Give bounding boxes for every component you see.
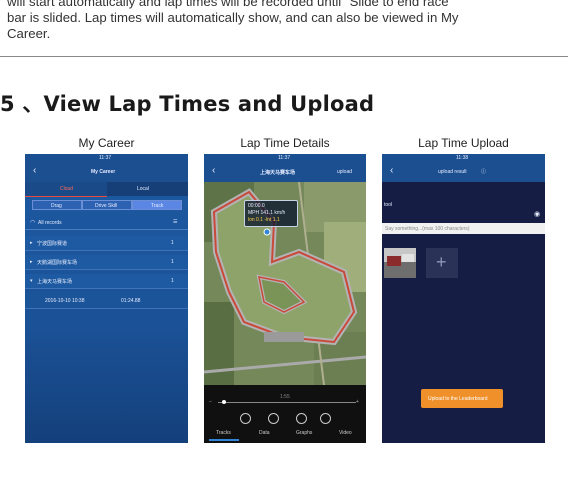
track-name: 上海天马赛车场 [37, 279, 73, 285]
photo-thumbnail[interactable] [384, 248, 416, 278]
photo-graphic [384, 248, 416, 278]
type-tabs: Drag Drive Skill Track [32, 200, 182, 210]
tab-drive-skill[interactable]: Drive Skill [82, 200, 132, 210]
list-item[interactable]: ▸ 宁波国际赛道 1 [25, 236, 188, 251]
tab-track[interactable]: Track [132, 200, 182, 210]
nav-bar: ‹ My Career [25, 162, 188, 182]
add-photo-button[interactable]: + [426, 248, 458, 278]
status-time: 11:37 [278, 155, 291, 161]
page-title: 上海天马赛车场 [260, 170, 296, 176]
nav-bar: ‹ upload result ⓘ [382, 162, 545, 182]
intro-line-3: Career. [7, 26, 51, 41]
status-time: 11:37 [99, 155, 112, 161]
forward-icon[interactable] [296, 413, 307, 424]
upload-leaderboard-button[interactable]: Upload to the Leaderboard [421, 389, 503, 408]
expand-arrow-icon: ▸ [30, 240, 33, 246]
segment-local[interactable]: Local [137, 186, 149, 192]
page-title: My Career [91, 169, 116, 175]
hud-gforce: lon 0.1 -lnt 1.1 [248, 217, 280, 223]
eye-icon[interactable]: ◉ [534, 210, 540, 218]
hud-time: 00:00.0 [248, 203, 265, 209]
record-date: 2016-10-10 10:38 [45, 298, 85, 304]
playback-controls: 1:55 − + Tracks Data Graphs Video [204, 385, 366, 443]
record-row[interactable]: 2016-10-10 10:38 01:24.88 [25, 294, 188, 309]
tab-data[interactable]: Data [259, 430, 270, 436]
count-badge: 1 [171, 240, 174, 246]
collapse-arrow-icon: ▾ [30, 278, 33, 284]
track-name: 宁波国际赛道 [37, 241, 68, 247]
caption-my-career: My Career [78, 136, 135, 150]
divider [25, 229, 188, 230]
status-bar: 11:37 [204, 154, 366, 162]
tab-graphs[interactable]: Graphs [296, 430, 312, 436]
tab-video[interactable]: Video [339, 430, 352, 436]
tab-drag-label: Drag [51, 203, 62, 209]
plus-icon: + [436, 252, 447, 272]
hud-speed: MPH 141.1 km/h [248, 210, 286, 216]
stop-icon[interactable] [320, 413, 331, 424]
tab-drag[interactable]: Drag [32, 200, 82, 210]
upload-button-label: Upload to the Leaderboard [428, 396, 488, 402]
back-icon[interactable]: ‹ [390, 165, 393, 176]
section-title: 5 、View Lap Times and Upload [0, 92, 375, 116]
back-icon[interactable]: ‹ [33, 165, 36, 176]
comment-placeholder: Say something...(max 100 characters) [385, 226, 470, 232]
back-icon[interactable]: ‹ [212, 165, 215, 176]
track-name: 天鹅湖国际赛车场 [37, 260, 78, 266]
slider-handle[interactable] [222, 400, 226, 404]
page-title: upload result [438, 169, 467, 175]
status-time: 11:38 [456, 155, 469, 161]
lap-info-overlay: 00:00.0 MPH 141.1 km/h lon 0.1 -lnt 1.1 [244, 200, 298, 227]
status-bar: 11:37 [25, 154, 188, 162]
segment-cloud[interactable]: Cloud [60, 186, 73, 192]
section-divider [0, 56, 568, 57]
screenshot-my-career: 11:37 ‹ My Career Cloud Local Drag Drive… [25, 154, 188, 443]
tab-tracks[interactable]: Tracks [216, 430, 231, 436]
plus-icon[interactable]: + [356, 399, 359, 405]
side-label: tool [384, 202, 393, 208]
minus-icon[interactable]: − [209, 399, 212, 405]
intro-line-1: will start automatically and lap times w… [7, 0, 449, 9]
play-icon[interactable] [268, 413, 279, 424]
upload-link[interactable]: upload [337, 169, 352, 175]
intro-line-2: bar is slided. Lap times will automatica… [7, 10, 459, 25]
count-badge: 1 [171, 259, 174, 265]
active-tab-indicator [209, 439, 239, 441]
screenshot-lap-time-details: 11:37 ‹ 上海天马赛车场 upload 00:00.0 MPH 141.1… [204, 154, 366, 443]
comment-input[interactable]: Say something...(max 100 characters) [382, 223, 545, 234]
intro-paragraph: will start automatically and lap times w… [7, 0, 557, 42]
status-bar: 11:38 [382, 154, 545, 162]
caption-lap-time-upload: Lap Time Upload [418, 136, 509, 150]
nav-bar: ‹ 上海天马赛车场 upload [204, 162, 366, 182]
list-item[interactable]: ▾ 上海天马赛车场 1 [25, 274, 188, 289]
list-icon[interactable]: ☰ [173, 219, 177, 225]
timeline-slider[interactable] [218, 402, 356, 403]
expand-arrow-icon: ▸ [30, 259, 33, 265]
screenshot-lap-time-upload: 11:38 ‹ upload result ⓘ tool ◉ Say somet… [382, 154, 545, 443]
records-icon: ◠ [30, 220, 36, 226]
tab-drive-skill-label: Drive Skill [95, 203, 118, 209]
filter-label[interactable]: All records [38, 220, 62, 226]
tab-track-label: Track [151, 203, 164, 209]
list-item[interactable]: ▸ 天鹅湖国际赛车场 1 [25, 255, 188, 270]
record-time: 01:24.88 [121, 298, 141, 304]
rewind-icon[interactable] [240, 413, 251, 424]
slider-time: 1:55 [280, 394, 290, 400]
caption-lap-time-details: Lap Time Details [240, 136, 330, 150]
count-badge: 1 [171, 278, 174, 284]
info-icon[interactable]: ⓘ [481, 168, 486, 175]
